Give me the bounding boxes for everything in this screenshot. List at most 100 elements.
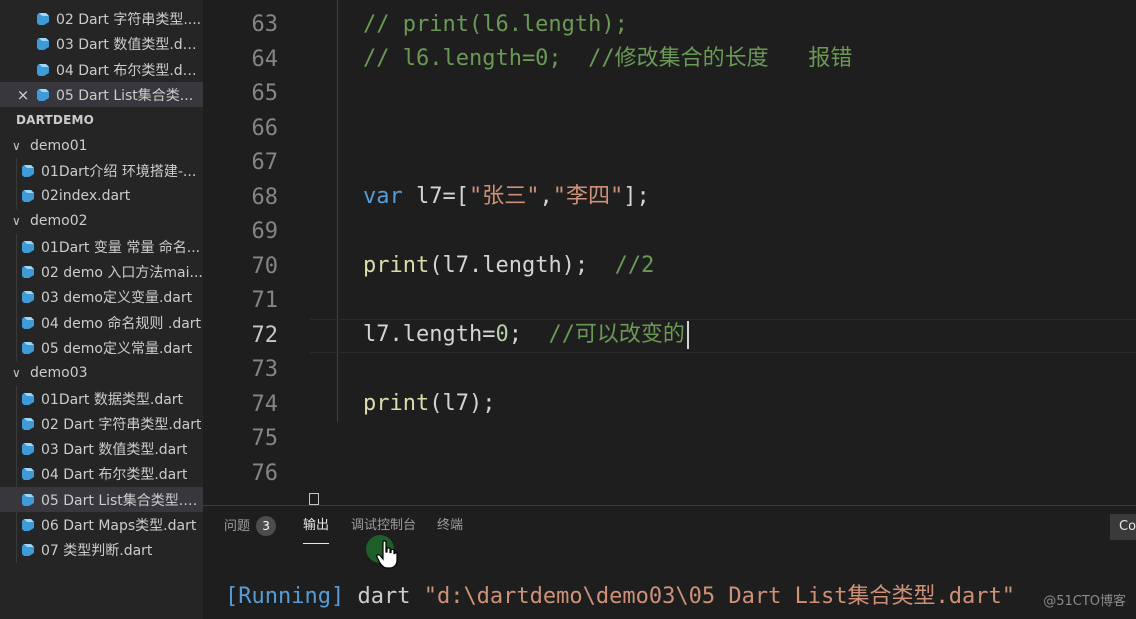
file-item[interactable]: 02index.dart	[0, 183, 203, 208]
dart-file-icon	[22, 518, 34, 531]
line-number: 66	[251, 115, 279, 141]
vscode-window: 02 Dart 字符串类型.... 03 Dart 数值类型.da... 04 Da…	[0, 0, 1136, 619]
line-number: 76	[251, 460, 279, 486]
close-icon[interactable]: ×	[16, 86, 30, 104]
file-label: 06 Dart Maps类型.dart	[41, 517, 197, 534]
tab-problems-label: 问题	[224, 519, 251, 534]
dart-file-icon	[22, 543, 34, 556]
open-editor-label: 02 Dart 字符串类型....	[56, 11, 202, 28]
dart-file-icon	[22, 240, 34, 253]
folder-demo03[interactable]: ∨ demo03	[0, 360, 203, 385]
file-item[interactable]: 04 demo 命名规则 .dart	[0, 310, 203, 335]
watermark: @51CTO博客	[1043, 594, 1126, 609]
chevron-down-icon: ∨	[12, 365, 21, 380]
open-editor-label: 03 Dart 数值类型.da...	[56, 36, 203, 53]
file-label: 03 Dart 数值类型.dart	[41, 441, 188, 458]
line-number: 75	[251, 426, 279, 451]
file-label: 04 Dart 布尔类型.dart	[41, 466, 188, 483]
open-editor-item[interactable]: 04 Dart 布尔类型.da...	[0, 57, 203, 82]
chevron-down-icon: ∨	[12, 138, 21, 153]
line-number: 70	[251, 253, 279, 279]
folder-demo01[interactable]: ∨ demo01	[0, 133, 203, 158]
tab-terminal[interactable]: 终端	[437, 516, 463, 544]
open-editor-item[interactable]: 02 Dart 字符串类型....	[0, 6, 203, 31]
code-line-68[interactable]: var l7=["张三","李四"];	[363, 180, 650, 215]
explorer-sidebar: 02 Dart 字符串类型.... 03 Dart 数值类型.da... 04 Da…	[0, 0, 203, 619]
bottom-panel: 问题 3 输出 调试控制台 终端 Co [Running] dart "d:\da…	[203, 505, 1136, 619]
scroll-marker	[309, 493, 319, 505]
line-number: 67	[251, 150, 279, 175]
file-item[interactable]: 07 类型判断.dart	[0, 537, 203, 562]
dart-file-icon	[22, 417, 34, 430]
open-editor-item[interactable]: 03 Dart 数值类型.da...	[0, 31, 203, 56]
file-label: 01Dart 变量 常量 命名...	[41, 239, 201, 256]
code-line-70[interactable]: print(l7.length); //2	[363, 249, 654, 284]
open-editor-item[interactable]: × 05 Dart List集合类...	[0, 82, 203, 107]
tab-terminal-label: 终端	[437, 518, 464, 533]
file-item[interactable]: 03 demo定义变量.dart	[0, 284, 203, 309]
line-number: 71	[251, 288, 279, 313]
line-number: 65	[251, 81, 279, 106]
dart-file-icon	[22, 493, 34, 506]
code-line-64[interactable]: // l6.length=0; //修改集合的长度 报错	[363, 42, 852, 77]
tab-output[interactable]: 输出	[303, 516, 330, 544]
tree-indent-guide	[16, 158, 17, 209]
line-number: 69	[251, 219, 279, 244]
line-number: 74	[251, 391, 279, 417]
tab-problems[interactable]: 问题 3	[224, 516, 277, 544]
problems-count-badge: 3	[256, 516, 277, 536]
hand-pointer-icon	[376, 540, 398, 569]
file-item[interactable]: 02 Dart 字符串类型.dart	[0, 411, 203, 436]
file-item[interactable]: 01Dart介绍 环境搭建-...	[0, 158, 203, 183]
code-line-72[interactable]: l7.length=0; //可以改变的	[363, 318, 689, 353]
code-line-63[interactable]: // print(l6.length);	[363, 8, 628, 43]
file-label: 02 demo 入口方法mai...	[41, 264, 203, 281]
tab-output-label: 输出	[303, 518, 330, 533]
dart-file-icon	[22, 442, 34, 455]
chevron-down-icon: ∨	[12, 213, 21, 228]
file-label: 05 Dart List集合类型.d...	[41, 492, 203, 509]
folder-label: demo02	[30, 212, 88, 229]
dart-file-icon	[37, 63, 49, 76]
file-label: 01Dart 数据类型.dart	[41, 391, 184, 408]
tree-indent-guide	[16, 234, 17, 361]
file-item[interactable]: 05 Dart List集合类型.d...	[0, 487, 203, 512]
indent-guide	[337, 0, 338, 422]
file-item[interactable]: 05 demo定义常量.dart	[0, 335, 203, 360]
output-text: [Running] dart "d:\dartdemo\demo03\05 Da…	[225, 584, 1016, 609]
file-item[interactable]: 01Dart 变量 常量 命名...	[0, 234, 203, 259]
dart-file-icon	[37, 12, 49, 25]
file-label: 02 Dart 字符串类型.dart	[41, 416, 202, 433]
file-item[interactable]: 04 Dart 布尔类型.dart	[0, 461, 203, 486]
tree-indent-guide	[16, 386, 17, 563]
dart-file-icon	[22, 290, 34, 303]
file-item[interactable]: 03 Dart 数值类型.dart	[0, 436, 203, 461]
line-number: 72	[251, 322, 279, 348]
file-label: 07 类型判断.dart	[41, 542, 153, 559]
panel-action-button[interactable]: Co	[1110, 514, 1136, 540]
open-editor-label: 05 Dart List集合类...	[56, 87, 194, 104]
file-label: 05 demo定义常量.dart	[41, 340, 193, 357]
line-number: 63	[251, 12, 279, 37]
code-editor[interactable]: 63 64 65 66 67 68 69 70 71 72 73 74 75 76 // print(l6…	[203, 0, 1136, 505]
file-label: 02index.dart	[41, 187, 131, 204]
file-label: 04 demo 命名规则 .dart	[41, 315, 202, 332]
dart-file-icon	[22, 467, 34, 480]
dart-file-icon	[22, 392, 34, 405]
dart-file-icon	[22, 316, 34, 329]
file-label: 01Dart介绍 环境搭建-...	[41, 163, 197, 180]
dart-file-icon	[37, 88, 49, 101]
file-item[interactable]: 01Dart 数据类型.dart	[0, 386, 203, 411]
section-title: DARTDEMO	[16, 112, 95, 127]
text-cursor	[686, 321, 689, 349]
line-number: 68	[251, 184, 279, 210]
file-label: 03 demo定义变量.dart	[41, 289, 193, 306]
line-number: 64	[251, 46, 279, 72]
dart-file-icon	[22, 341, 34, 354]
folder-demo02[interactable]: ∨ demo02	[0, 208, 203, 233]
file-item[interactable]: 02 demo 入口方法mai...	[0, 259, 203, 284]
code-line-74[interactable]: print(l7);	[363, 387, 495, 422]
file-item[interactable]: 06 Dart Maps类型.dart	[0, 512, 203, 537]
section-header-dartdemo[interactable]: DARTDEMO	[0, 107, 203, 132]
dart-file-icon	[37, 37, 49, 50]
